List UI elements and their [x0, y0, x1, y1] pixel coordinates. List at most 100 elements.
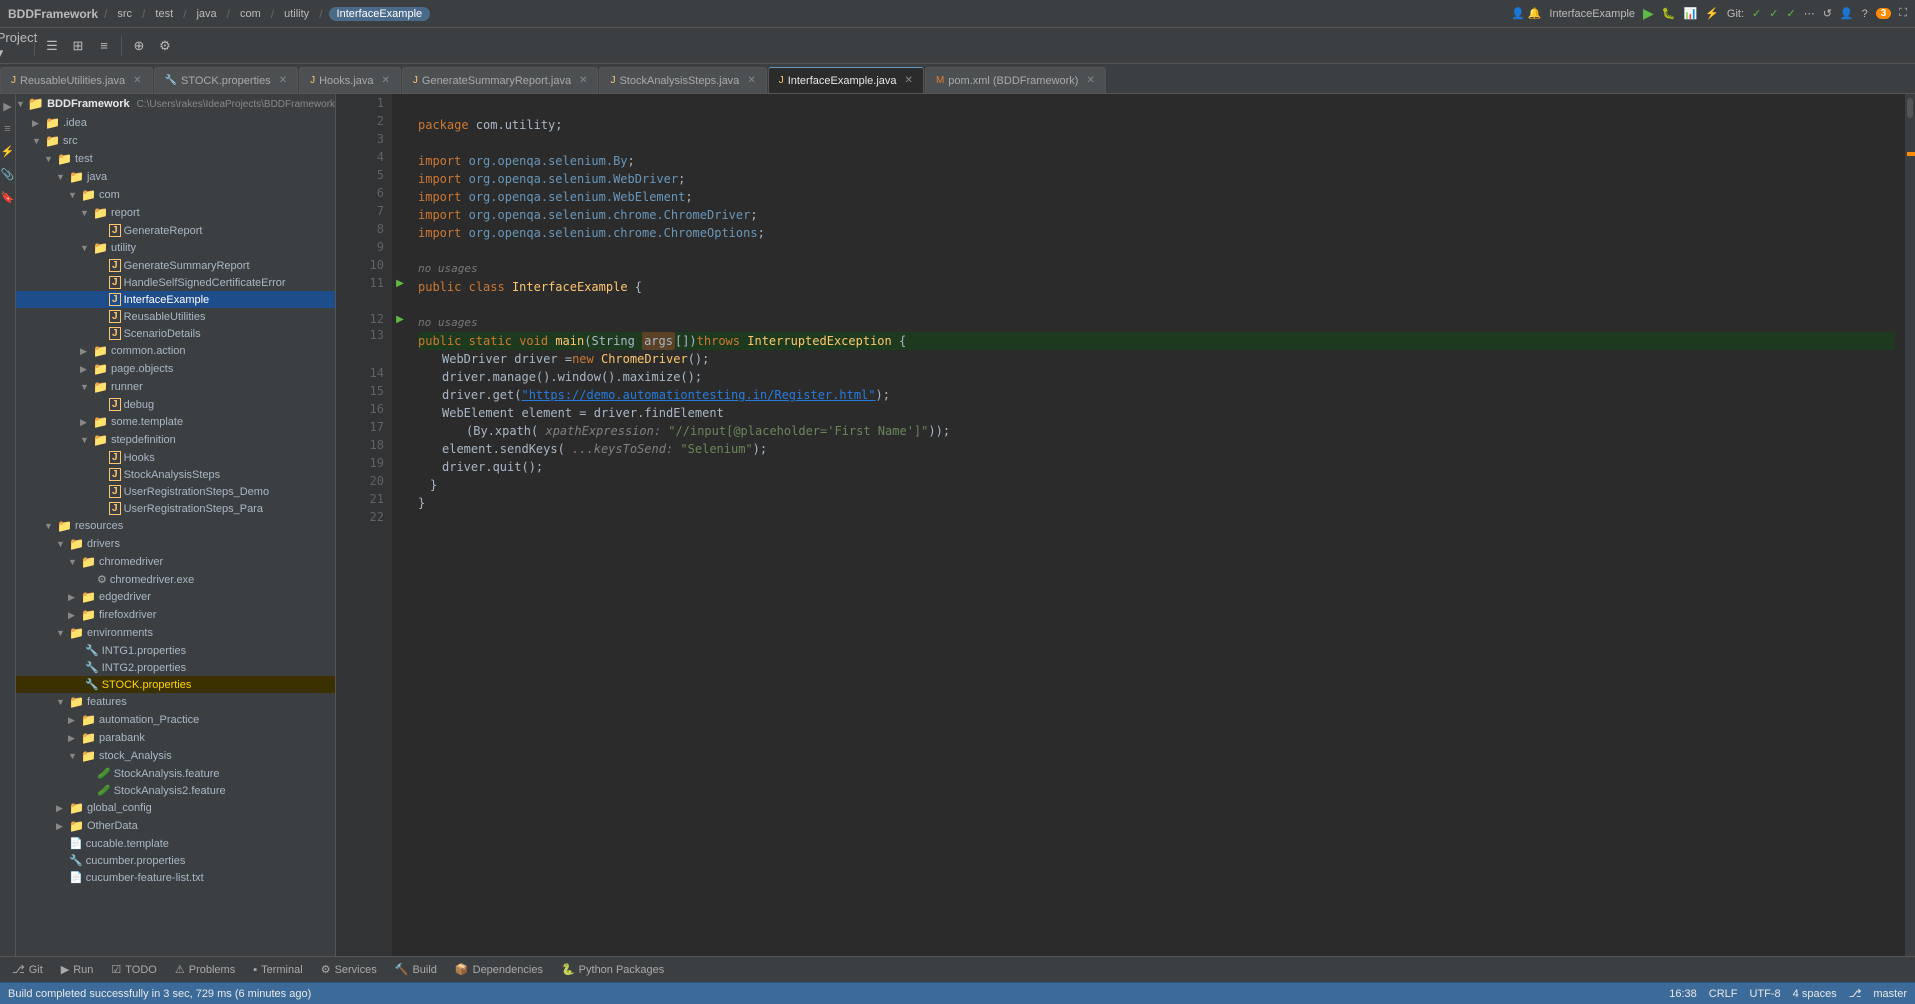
gutter-13[interactable]: ▶	[392, 310, 408, 328]
gutter-11[interactable]: ▶	[392, 274, 408, 292]
sidebar-item-com[interactable]: ▼ 📁 com	[16, 186, 335, 204]
url-link[interactable]: "https://demo.automationtesting.in/Regis…	[521, 386, 875, 404]
sidebar-item-generate-report[interactable]: ▶ J GenerateReport	[16, 222, 335, 239]
toolbar-sort-icon[interactable]: ≡	[93, 35, 115, 57]
sidebar-item-cucumber-props[interactable]: ▶ 🔧 cucumber.properties	[16, 852, 335, 869]
left-panel-icon5[interactable]: 🔖	[0, 189, 16, 206]
left-panel-icon1[interactable]: ▶	[1, 98, 13, 115]
sidebar-item-parabank[interactable]: ▶ 📁 parabank	[16, 729, 335, 747]
code-lines[interactable]: package com.utility; import org.openqa.s…	[408, 94, 1905, 956]
sidebar-item-features[interactable]: ▼ 📁 features	[16, 693, 335, 711]
tab-reusable-utilities[interactable]: J ReusableUtilities.java ✕	[0, 67, 153, 93]
tab-stock-properties[interactable]: 🔧 STOCK.properties ✕	[154, 67, 299, 93]
bottom-tab-build[interactable]: 🔨 Build	[387, 960, 445, 980]
sidebar-item-firefoxdriver[interactable]: ▶ 📁 firefoxdriver	[16, 606, 335, 624]
sidebar-item-hsse[interactable]: ▶ J HandleSelfSignedCertificateError	[16, 274, 335, 291]
sidebar-item-debug[interactable]: ▶ J debug	[16, 396, 335, 413]
bottom-tab-dependencies[interactable]: 📦 Dependencies	[447, 960, 551, 980]
sidebar-item-java[interactable]: ▼ 📁 java	[16, 168, 335, 186]
nav-java[interactable]: java	[192, 6, 220, 22]
left-panel-icon4[interactable]: 📎	[0, 166, 16, 183]
tab-close-reusable[interactable]: ✕	[133, 75, 141, 86]
tab-close-interface[interactable]: ✕	[905, 75, 913, 86]
sidebar-item-otherdata[interactable]: ▶ 📁 OtherData	[16, 817, 335, 835]
nav-test[interactable]: test	[151, 6, 177, 22]
status-branch[interactable]: master	[1873, 988, 1907, 1000]
sidebar-item-page-objects[interactable]: ▶ 📁 page.objects	[16, 360, 335, 378]
editor-scrollbar[interactable]	[1905, 94, 1915, 956]
sidebar-item-sa-feature2[interactable]: ▶ 🥒 StockAnalysis2.feature	[16, 782, 335, 799]
tab-close-generate[interactable]: ✕	[579, 75, 587, 86]
sidebar-item-urs-demo[interactable]: ▶ J UserRegistrationSteps_Demo	[16, 483, 335, 500]
toolbar-list-icon[interactable]: ☰	[41, 35, 63, 57]
bottom-tab-terminal[interactable]: ▪ Terminal	[245, 960, 310, 980]
debug-button[interactable]: 🐛	[1662, 7, 1676, 20]
sidebar-item-stock-analysis[interactable]: ▼ 📁 stock_Analysis	[16, 747, 335, 765]
tab-pom[interactable]: M pom.xml (BDDFramework) ✕	[925, 67, 1106, 93]
sidebar-item-environments[interactable]: ▼ 📁 environments	[16, 624, 335, 642]
git-check3[interactable]: ✓	[1786, 7, 1795, 20]
sidebar-item-cucable[interactable]: ▶ 📄 cucable.template	[16, 835, 335, 852]
sidebar-item-cucumber-list[interactable]: ▶ 📄 cucumber-feature-list.txt	[16, 869, 335, 886]
run-arrow-11[interactable]: ▶	[396, 278, 404, 289]
sidebar-item-intg2[interactable]: ▶ 🔧 INTG2.properties	[16, 659, 335, 676]
expand-icon[interactable]: ⛶	[1899, 7, 1907, 20]
sidebar-item-stepdefinition[interactable]: ▼ 📁 stepdefinition	[16, 431, 335, 449]
bottom-tab-python[interactable]: 🐍 Python Packages	[553, 960, 672, 980]
coverage-button[interactable]: 📊	[1684, 7, 1698, 20]
git-check1[interactable]: ✓	[1752, 7, 1761, 20]
tab-close-hooks[interactable]: ✕	[382, 75, 390, 86]
sidebar-item-hooks[interactable]: ▶ J Hooks	[16, 449, 335, 466]
sidebar-item-utility[interactable]: ▼ 📁 utility	[16, 239, 335, 257]
tab-close-stock[interactable]: ✕	[279, 75, 287, 86]
sidebar-item-global-config[interactable]: ▶ 📁 global_config	[16, 799, 335, 817]
bottom-tab-todo[interactable]: ☑ TODO	[103, 960, 164, 980]
sidebar-item-interface-example[interactable]: ▶ J InterfaceExample	[16, 291, 335, 308]
tab-close-pom[interactable]: ✕	[1086, 75, 1094, 86]
editor-content[interactable]: 1 2 3 4 5 6 7 8 9 10 11 12 13 14 15 16 1	[336, 94, 1905, 956]
sidebar-item-sa-feature1[interactable]: ▶ 🥒 StockAnalysis.feature	[16, 765, 335, 782]
left-panel-icon2[interactable]: ≡	[2, 121, 12, 137]
sidebar-item-src[interactable]: ▼ 📁 src	[16, 132, 335, 150]
sidebar-item-automation[interactable]: ▶ 📁 automation_Practice	[16, 711, 335, 729]
sidebar-item-stock-properties[interactable]: ▶ 🔧 STOCK.properties	[16, 676, 335, 693]
status-line-col[interactable]: 16:38	[1669, 988, 1697, 1000]
tab-hooks[interactable]: J Hooks.java ✕	[299, 67, 401, 93]
sidebar-item-resources[interactable]: ▼ 📁 resources	[16, 517, 335, 535]
bottom-tab-problems[interactable]: ⚠ Problems	[167, 960, 243, 980]
git-more[interactable]: ⋯	[1804, 7, 1815, 20]
left-panel-icon3[interactable]: ⚡	[0, 143, 16, 160]
tab-generate-summary[interactable]: J GenerateSummaryReport.java ✕	[402, 67, 599, 93]
sidebar-item-chromedriver[interactable]: ▼ 📁 chromedriver	[16, 553, 335, 571]
user-icon[interactable]: 👤	[1840, 7, 1854, 20]
run-arrow-13[interactable]: ▶	[396, 314, 404, 325]
help-icon[interactable]: ?	[1862, 8, 1868, 20]
status-charset[interactable]: UTF-8	[1749, 988, 1780, 1000]
sidebar-item-runner[interactable]: ▼ 📁 runner	[16, 378, 335, 396]
bottom-tab-run[interactable]: ▶ Run	[53, 960, 102, 980]
nav-com[interactable]: com	[236, 6, 265, 22]
sidebar-item-reusable[interactable]: ▶ J ReusableUtilities	[16, 308, 335, 325]
sidebar-item-scenario[interactable]: ▶ J ScenarioDetails	[16, 325, 335, 342]
sidebar-item-drivers[interactable]: ▼ 📁 drivers	[16, 535, 335, 553]
status-crlf[interactable]: CRLF	[1709, 988, 1738, 1000]
project-dropdown[interactable]: Project ▾	[6, 35, 28, 57]
tab-close-stock-steps[interactable]: ✕	[747, 75, 755, 86]
tab-stock-analysis-steps[interactable]: J StockAnalysisSteps.java ✕	[599, 67, 766, 93]
sidebar-item-chromedriver-exe[interactable]: ▶ ⚙ chromedriver.exe	[16, 571, 335, 588]
settings-icon[interactable]: ↺	[1823, 7, 1832, 20]
nav-src[interactable]: src	[113, 6, 136, 22]
run-button[interactable]: ▶	[1643, 5, 1654, 22]
scrollbar-thumb[interactable]	[1907, 98, 1913, 118]
bottom-tab-git[interactable]: ⎇ Git	[4, 960, 51, 980]
sidebar-item-report[interactable]: ▼ 📁 report	[16, 204, 335, 222]
toolbar-settings-icon[interactable]: ⚙	[154, 35, 176, 57]
toolbar-grid-icon[interactable]: ⊞	[67, 35, 89, 57]
project-root[interactable]: ▼ 📁 BDDFramework C:\Users\rakes\IdeaProj…	[16, 94, 335, 114]
tab-interface-example[interactable]: J InterfaceExample.java ✕	[768, 67, 924, 93]
sidebar-item-intg1[interactable]: ▶ 🔧 INTG1.properties	[16, 642, 335, 659]
toolbar-add-icon[interactable]: ⊕	[128, 35, 150, 57]
sidebar-item-gsr[interactable]: ▶ J GenerateSummaryReport	[16, 257, 335, 274]
warning-badge[interactable]: 3	[1876, 8, 1892, 19]
sidebar-item-edgedriver[interactable]: ▶ 📁 edgedriver	[16, 588, 335, 606]
